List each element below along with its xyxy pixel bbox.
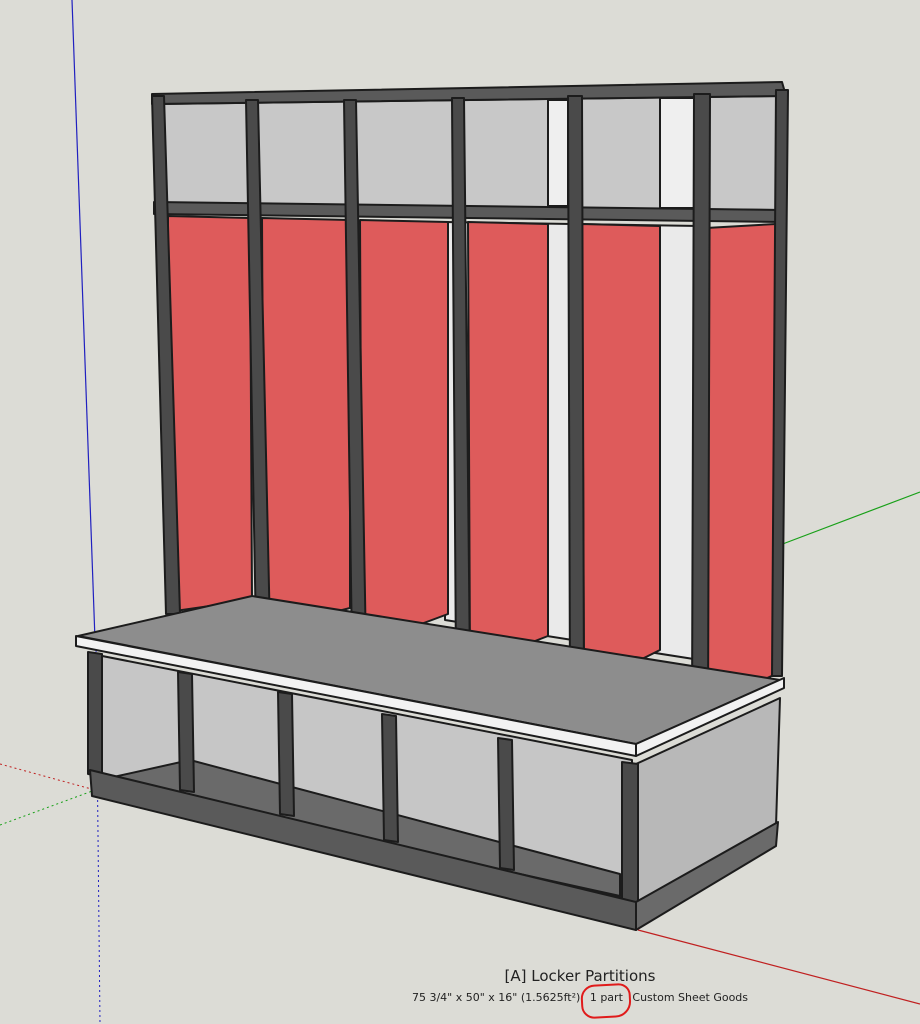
upper-gap-light-2 [659,97,696,209]
blue-axis [71,0,96,641]
green-axis [779,491,920,546]
part-material: Custom Sheet Goods [632,991,749,1004]
selected-part-title: [A] Locker Partitions [504,967,656,985]
lower-stile-4 [381,713,399,843]
partition-5 [581,223,661,689]
stile-7 [771,89,789,677]
partition-4 [467,221,549,667]
lower-stile-2 [177,671,195,793]
lower-stile-6 [621,761,639,905]
stile-6 [691,93,711,713]
partition-1 [167,215,253,613]
count-highlight-circle [579,982,632,1020]
modeling-viewport[interactable]: [A] Locker Partitions 75 3/4" x 50" x 16… [0,0,920,1024]
partition-3 [359,219,449,647]
lower-stile-1 [87,651,103,777]
part-dimensions: 75 3/4" x 50" x 16" (1.5625ft²) [411,991,581,1004]
model-canvas[interactable] [0,0,920,1024]
part-count-wrap: 1 part [579,982,632,1020]
upper-gap-light [547,99,569,207]
partition-6 [705,223,777,707]
partition-2 [261,217,351,631]
lower-stile-5 [497,737,515,871]
red-axis-hidden [0,763,96,791]
selected-part-info: 75 3/4" x 50" x 16" (1.5625ft²) 1 part C… [300,982,860,1020]
stile-5 [567,95,585,691]
green-axis-hidden [0,789,96,826]
lower-stile-3 [277,691,295,817]
